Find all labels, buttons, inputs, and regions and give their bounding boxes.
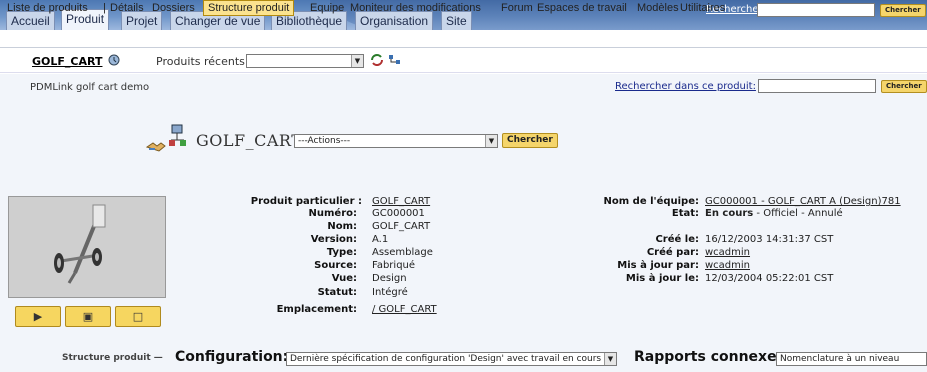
folder-thumbnail-button[interactable]: □	[115, 306, 161, 327]
recent-products-select[interactable]: ▼	[246, 54, 364, 68]
attr-label-equipe: Nom de l'équipe:	[603, 196, 699, 207]
product-search-link[interactable]: Rechercher dans ce produit:	[615, 81, 756, 92]
subnav-utilitaires[interactable]: Utilitaires	[680, 2, 725, 14]
subnav-separator: |	[103, 2, 106, 14]
state-current: En cours	[705, 208, 754, 219]
subnav-moniteur[interactable]: Moniteur des modifications	[350, 2, 481, 14]
structure-icon[interactable]	[388, 53, 402, 70]
product-thumbnail[interactable]	[8, 196, 166, 298]
subnav-equipe[interactable]: Equipe	[310, 2, 344, 14]
attr-label-emplacement: Emplacement:	[276, 304, 357, 315]
actions-select[interactable]: ---Actions--- ▼	[294, 134, 498, 148]
attr-label-numero: Numéro:	[308, 208, 358, 219]
attr-label-version: Version:	[310, 234, 357, 245]
attr-label-nom: Nom:	[327, 221, 357, 232]
attr-label-type: Type:	[326, 247, 357, 258]
attr-label-statut: Statut:	[317, 287, 357, 298]
chevron-down-icon: ▼	[604, 353, 616, 365]
related-reports-label: Rapports connexes:	[634, 349, 791, 365]
handshake-icon	[145, 137, 166, 156]
configuration-label: Configuration:	[175, 349, 289, 365]
folder-icon: □	[132, 310, 144, 323]
state-others: - Officiel - Annulé	[753, 208, 843, 219]
chevron-down-icon: ▼	[351, 55, 363, 67]
product-description: PDMLink golf cart demo	[30, 82, 150, 93]
subnav-liste-produits[interactable]: Liste de produits	[7, 2, 88, 14]
related-reports-value: Nomenclature à un niveau	[780, 354, 900, 364]
actions-value: ---Actions---	[298, 136, 351, 146]
attr-value-source: Fabriqué	[372, 260, 416, 271]
attr-value-type: Assemblage	[372, 247, 433, 258]
recent-products-label: Produits récents:	[156, 55, 249, 68]
search-input[interactable]	[757, 3, 875, 17]
attr-value-nom: GOLF_CART	[372, 221, 431, 232]
view-icon: ▶	[33, 310, 43, 323]
attr-value-cree-le: 16/12/2003 14:31:37 CST	[705, 234, 834, 245]
attr-label-maj-par: Mis à jour par:	[617, 260, 699, 271]
attr-value-version: A.1	[372, 234, 389, 245]
subnav-structure-produit[interactable]: Structure produit	[203, 0, 295, 16]
search-button[interactable]: Chercher	[880, 4, 926, 17]
product-bar	[0, 49, 927, 73]
attr-label-maj-le: Mis à jour le:	[625, 273, 699, 284]
secondary-nav	[0, 30, 927, 48]
product-history-icon[interactable]	[107, 53, 121, 70]
attr-value-equipe[interactable]: GC000001 - GOLF_CART A (Design)781	[705, 196, 901, 207]
attr-value-etat: En cours - Officiel - Annulé	[705, 208, 843, 219]
view-thumbnail-button[interactable]: ▶	[15, 306, 61, 327]
refresh-icon[interactable]	[370, 53, 384, 70]
attr-label-cree-le: Créé le:	[655, 234, 699, 245]
product-search-input[interactable]	[758, 79, 876, 93]
subnav-details[interactable]: Détails	[110, 2, 144, 14]
product-search-button[interactable]: Chercher	[881, 80, 927, 93]
print-thumbnail-button[interactable]: ▣	[65, 306, 111, 327]
attr-value-cree-par[interactable]: wcadmin	[705, 247, 750, 258]
related-reports-select[interactable]: Nomenclature à un niveau	[776, 352, 927, 366]
actions-go-button[interactable]: Chercher	[502, 133, 558, 148]
structure-section-label: Structure produit —	[62, 353, 163, 363]
subnav-dossiers[interactable]: Dossiers	[152, 2, 195, 14]
attr-value-produit[interactable]: GOLF_CART	[372, 196, 430, 207]
subnav-espaces[interactable]: Espaces de travail	[537, 2, 627, 14]
attr-value-emplacement[interactable]: / GOLF_CART	[372, 304, 437, 315]
attr-label-source: Source:	[314, 260, 357, 271]
attr-value-vue: Design	[372, 273, 407, 284]
subnav-forum[interactable]: Forum	[501, 2, 533, 14]
configuration-value: Dernière spécification de configuration …	[290, 354, 602, 364]
attr-label-etat: Etat:	[671, 208, 699, 219]
subnav-modeles[interactable]: Modèles	[637, 2, 679, 14]
attr-label-cree-par: Créé par:	[646, 247, 699, 258]
chevron-down-icon: ▼	[485, 135, 497, 147]
attr-value-maj-le: 12/03/2004 05:22:01 CST	[705, 273, 834, 284]
attr-value-maj-par[interactable]: wcadmin	[705, 260, 750, 271]
attr-label-produit: Produit particulier :	[250, 196, 362, 207]
attr-label-vue: Vue:	[331, 273, 357, 284]
configuration-select[interactable]: Dernière spécification de configuration …	[286, 352, 617, 366]
golf-cart-image	[54, 204, 106, 284]
attr-value-numero: GC000001	[372, 208, 425, 219]
page-title: GOLF_CART	[196, 131, 303, 150]
product-link[interactable]: GOLF_CART	[32, 55, 102, 68]
assembly-icon	[168, 124, 190, 153]
attr-value-statut: Intégré	[372, 287, 408, 298]
print-icon: ▣	[82, 310, 94, 323]
